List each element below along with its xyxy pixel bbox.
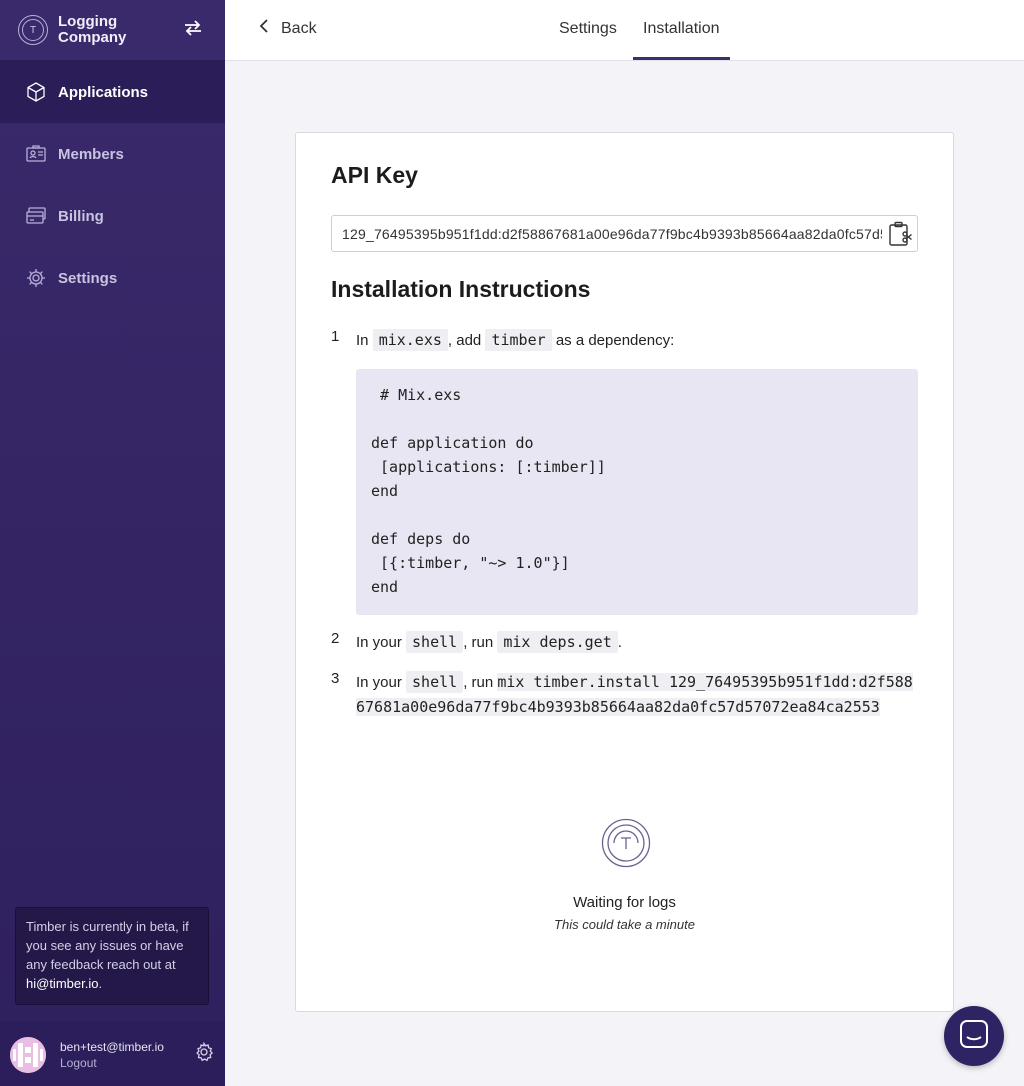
- mix-exs-code-block: # Mix.exs def application do [applicatio…: [356, 369, 918, 615]
- gear-icon: [24, 266, 48, 290]
- user-bar: ben+test@timber.io Logout: [0, 1022, 225, 1086]
- beta-notice: Timber is currently in beta, if you see …: [15, 907, 209, 1005]
- id-card-icon: [24, 142, 48, 166]
- switch-org-icon[interactable]: [183, 19, 203, 42]
- shell-code: shell: [406, 631, 464, 653]
- beta-email-link[interactable]: hi@timber.io: [26, 976, 98, 991]
- file-code: mix.exs: [372, 329, 448, 351]
- step-text: In your: [356, 634, 402, 651]
- step-text: .: [617, 634, 622, 651]
- deps-command: mix deps.get: [497, 631, 618, 653]
- credit-card-icon: [24, 204, 48, 228]
- chat-icon: [959, 1019, 989, 1054]
- package-code: timber: [485, 329, 552, 351]
- sidebar: T Logging Company Applications Members B…: [0, 0, 225, 1086]
- tab-installation[interactable]: Installation: [633, 0, 730, 60]
- top-bar: Back Settings Installation: [225, 0, 1024, 61]
- api-key-input[interactable]: [332, 224, 884, 243]
- sidebar-item-members[interactable]: Members: [0, 123, 225, 185]
- avatar[interactable]: [10, 1036, 46, 1073]
- step-text: In: [356, 332, 369, 349]
- instructions-title: Installation Instructions: [331, 276, 591, 302]
- installation-card: API Key Installation Instructions 1 In m…: [295, 132, 954, 1012]
- waiting-subtitle: This could take a minute: [554, 917, 695, 932]
- tab-settings[interactable]: Settings: [549, 0, 627, 60]
- cube-icon: [24, 80, 48, 104]
- sidebar-item-billing[interactable]: Billing: [0, 185, 225, 247]
- shell-code: shell: [406, 671, 464, 693]
- org-logo-icon: T: [18, 15, 48, 45]
- step-text: , run: [463, 674, 494, 691]
- logout-link[interactable]: Logout: [60, 1055, 164, 1071]
- sidebar-item-settings[interactable]: Settings: [0, 247, 225, 309]
- user-settings-gear-icon[interactable]: [193, 1041, 215, 1068]
- sidebar-item-applications[interactable]: Applications: [0, 61, 225, 123]
- api-key-field: [331, 215, 918, 252]
- chevron-left-icon: [259, 18, 269, 39]
- step-number: 1: [331, 328, 340, 345]
- beta-suffix: .: [98, 976, 103, 991]
- step-number: 3: [331, 670, 340, 687]
- api-key-title: API Key: [331, 162, 418, 188]
- sidebar-item-label: Settings: [58, 269, 118, 287]
- step-number: 2: [331, 630, 340, 647]
- back-label: Back: [281, 19, 317, 37]
- waiting-title: Waiting for logs: [573, 894, 676, 911]
- chat-launcher-button[interactable]: [944, 1006, 1004, 1066]
- step-text: In your: [356, 674, 402, 691]
- user-info: ben+test@timber.io Logout: [60, 1039, 164, 1071]
- timber-logo-icon: [601, 818, 651, 868]
- beta-notice-text: Timber is currently in beta, if you see …: [26, 919, 189, 972]
- sidebar-item-label: Billing: [58, 207, 104, 225]
- org-name: Logging Company: [58, 13, 127, 46]
- back-button[interactable]: Back: [259, 18, 317, 39]
- copy-clipboard-icon[interactable]: [887, 221, 913, 247]
- sidebar-item-label: Applications: [58, 83, 149, 101]
- user-email: ben+test@timber.io: [60, 1039, 164, 1054]
- step-text: as a dependency:: [555, 332, 675, 349]
- step-text: , add: [447, 332, 482, 349]
- org-header: T Logging Company: [0, 0, 225, 61]
- sidebar-item-label: Members: [58, 145, 124, 163]
- step-text: , run: [463, 634, 494, 651]
